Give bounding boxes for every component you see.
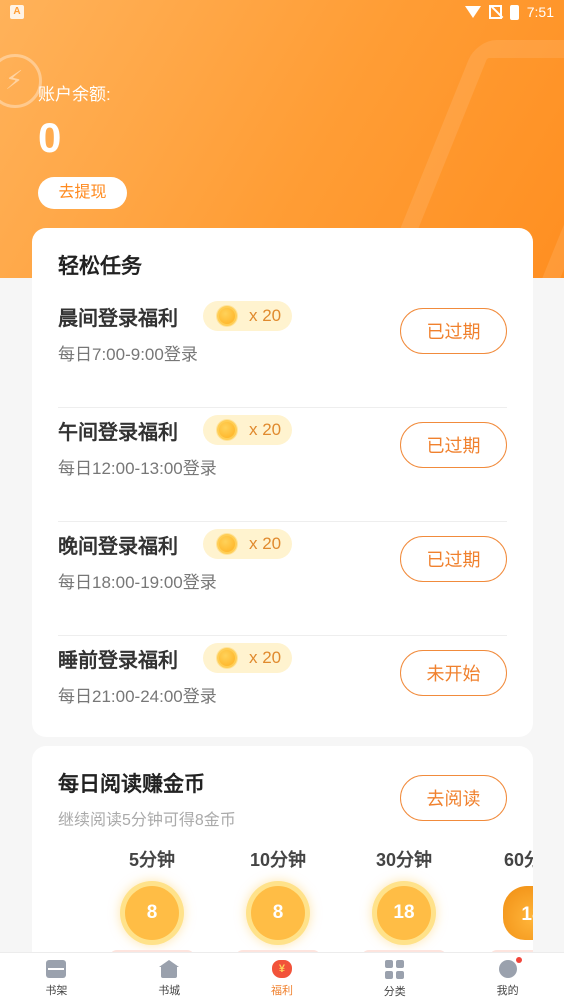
milestone-label: 60分钟 xyxy=(503,850,533,870)
tasks-title: 轻松任务 xyxy=(58,255,142,278)
task-time: 每日7:00-9:00登录 xyxy=(58,345,198,364)
milestone-item[interactable]: 60分钟 18 xyxy=(487,846,533,958)
coin-reward-icon: 18 xyxy=(377,886,431,940)
coin-reward-badge: x 20 xyxy=(203,643,292,673)
bottom-tab-bar: 书架 书城 ¥ 福利 分类 我的 xyxy=(0,952,564,1002)
tab-category[interactable]: 分类 xyxy=(338,953,451,1002)
task-time: 每日21:00-24:00登录 xyxy=(58,687,217,706)
coin-icon xyxy=(217,420,237,440)
category-grid-icon xyxy=(385,960,405,979)
no-sim-icon xyxy=(488,5,502,19)
task-name: 午间登录福利 xyxy=(58,422,178,444)
milestone-item[interactable]: 5分钟 8 xyxy=(107,846,197,958)
coin-reward-icon: 8 xyxy=(125,886,179,940)
reading-milestones: 5分钟 8 10分钟 8 30分钟 18 60分钟 18 xyxy=(32,846,533,958)
tab-label: 书架 xyxy=(45,985,68,997)
task-row: 晚间登录福利 x 20 每日18:00-19:00登录 已过期 xyxy=(58,522,507,636)
tab-label: 书城 xyxy=(158,985,181,997)
notification-icon: A xyxy=(10,5,24,19)
task-name: 晚间登录福利 xyxy=(58,536,178,558)
task-time: 每日12:00-13:00登录 xyxy=(58,459,217,478)
battery-icon xyxy=(509,4,519,20)
bookshelf-icon xyxy=(46,960,67,978)
tab-welfare[interactable]: ¥ 福利 xyxy=(226,953,339,1002)
task-row: 晨间登录福利 x 20 每日7:00-9:00登录 已过期 xyxy=(58,294,507,408)
coin-reward-icon: 8 xyxy=(251,886,305,940)
task-name: 晨间登录福利 xyxy=(58,308,178,330)
reading-title: 每日阅读赚金币 xyxy=(58,773,205,796)
coin-icon xyxy=(217,648,237,668)
bookstore-icon xyxy=(159,960,180,978)
task-row: 午间登录福利 x 20 每日12:00-13:00登录 已过期 xyxy=(58,408,507,522)
tab-bookshelf[interactable]: 书架 xyxy=(0,953,113,1002)
tab-label: 我的 xyxy=(496,985,519,997)
milestone-label: 10分钟 xyxy=(249,850,307,870)
gold-bag-icon: 18 xyxy=(503,886,533,940)
status-bar: A 7:51 xyxy=(0,0,564,26)
wifi-icon xyxy=(464,6,481,18)
task-row: 睡前登录福利 x 20 每日21:00-24:00登录 未开始 xyxy=(58,636,507,750)
withdraw-button[interactable]: 去提现 xyxy=(38,177,127,209)
tab-label: 分类 xyxy=(383,986,406,998)
balance-label: 账户余额: xyxy=(38,85,111,104)
coin-reward-badge: x 20 xyxy=(203,415,292,445)
tab-label: 福利 xyxy=(270,985,293,997)
notification-dot xyxy=(515,957,522,963)
coin-count: x 20 xyxy=(249,534,282,553)
coin-icon xyxy=(217,306,237,326)
milestone-label: 30分钟 xyxy=(375,850,433,870)
task-status-button[interactable]: 已过期 xyxy=(400,536,507,582)
coin-count: x 20 xyxy=(249,420,282,439)
coin-count: x 20 xyxy=(249,306,282,325)
task-status-button[interactable]: 未开始 xyxy=(400,650,507,696)
profile-icon xyxy=(498,960,517,978)
task-status-button[interactable]: 已过期 xyxy=(400,308,507,354)
go-read-button[interactable]: 去阅读 xyxy=(400,775,507,821)
lightning-badge-icon: ⚡ xyxy=(0,54,42,108)
balance-value: 0 xyxy=(38,114,62,161)
tab-profile[interactable]: 我的 xyxy=(451,953,564,1002)
task-time: 每日18:00-19:00登录 xyxy=(58,573,217,592)
task-name: 睡前登录福利 xyxy=(58,650,178,672)
milestone-item[interactable]: 30分钟 18 xyxy=(359,846,449,958)
tab-bookstore[interactable]: 书城 xyxy=(113,953,226,1002)
milestone-label: 5分钟 xyxy=(128,850,175,870)
welfare-bag-icon: ¥ xyxy=(271,960,292,978)
easy-tasks-card: 轻松任务 晨间登录福利 x 20 每日7:00-9:00登录 已过期 午间登录福… xyxy=(32,228,533,737)
coin-count: x 20 xyxy=(249,648,282,667)
coin-icon xyxy=(217,534,237,554)
reading-subtitle: 继续阅读5分钟可得8金币 xyxy=(58,812,236,829)
coin-reward-badge: x 20 xyxy=(203,301,292,331)
coin-reward-badge: x 20 xyxy=(203,529,292,559)
task-status-button[interactable]: 已过期 xyxy=(400,422,507,468)
milestone-item[interactable]: 10分钟 8 xyxy=(233,846,323,958)
status-time: 7:51 xyxy=(526,4,554,20)
